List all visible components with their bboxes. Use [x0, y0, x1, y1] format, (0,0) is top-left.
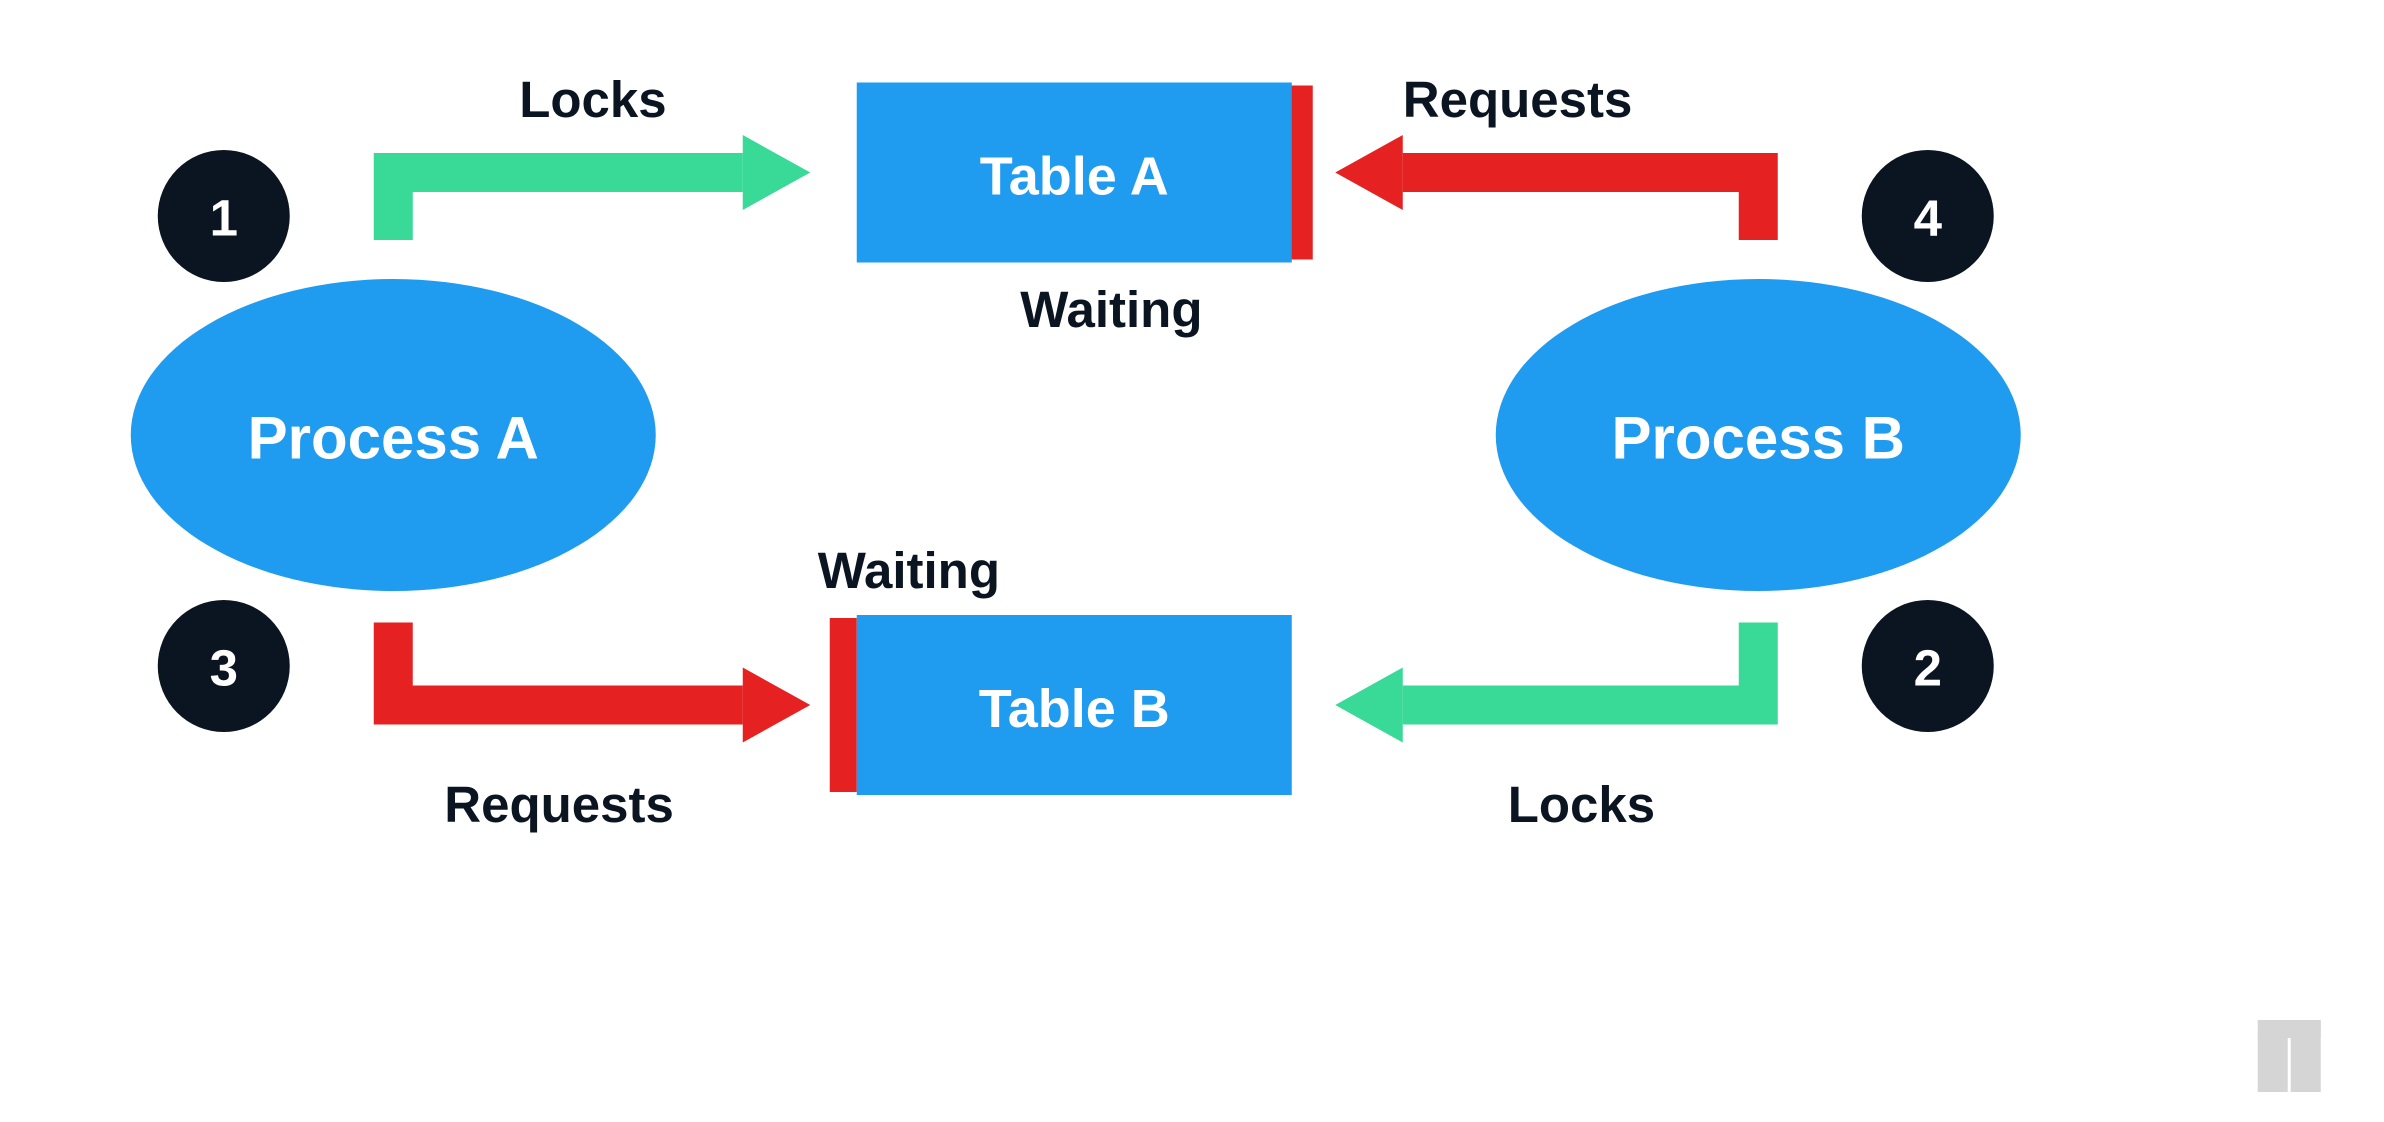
label-requests-top: Requests	[1403, 71, 1633, 128]
table-a-node: Table A	[857, 83, 1292, 263]
step-2-number: 2	[1914, 639, 1942, 696]
logo-icon	[2258, 1020, 2321, 1092]
arrow-locks-a-to-table-a	[393, 135, 810, 240]
process-b-node: Process B	[1496, 279, 2021, 591]
arrow-locks-b-to-table-b	[1335, 623, 1758, 743]
process-a-node: Process A	[131, 279, 656, 591]
step-3-badge: 3	[158, 600, 290, 732]
label-locks-top: Locks	[519, 71, 666, 128]
step-2-badge: 2	[1862, 600, 1994, 732]
label-waiting-top: Waiting	[1020, 281, 1202, 338]
label-locks-bottom: Locks	[1508, 776, 1655, 833]
process-a-label: Process A	[248, 404, 539, 471]
step-1-number: 1	[210, 189, 238, 246]
step-4-badge: 4	[1862, 150, 1994, 282]
label-waiting-bottom: Waiting	[818, 542, 1000, 599]
step-3-number: 3	[210, 639, 238, 696]
process-b-label: Process B	[1612, 404, 1905, 471]
arrow-requests-a-to-table-b	[393, 618, 857, 792]
diagram-svg: Table A Table B Process A Process B 1 3 …	[0, 0, 2384, 1122]
step-1-badge: 1	[158, 150, 290, 282]
label-requests-bottom: Requests	[444, 776, 674, 833]
table-b-node: Table B	[857, 615, 1292, 795]
table-b-label: Table B	[979, 679, 1170, 739]
step-4-number: 4	[1914, 189, 1943, 246]
deadlock-diagram: Table A Table B Process A Process B 1 3 …	[0, 0, 2384, 1122]
table-a-label: Table A	[980, 146, 1169, 206]
